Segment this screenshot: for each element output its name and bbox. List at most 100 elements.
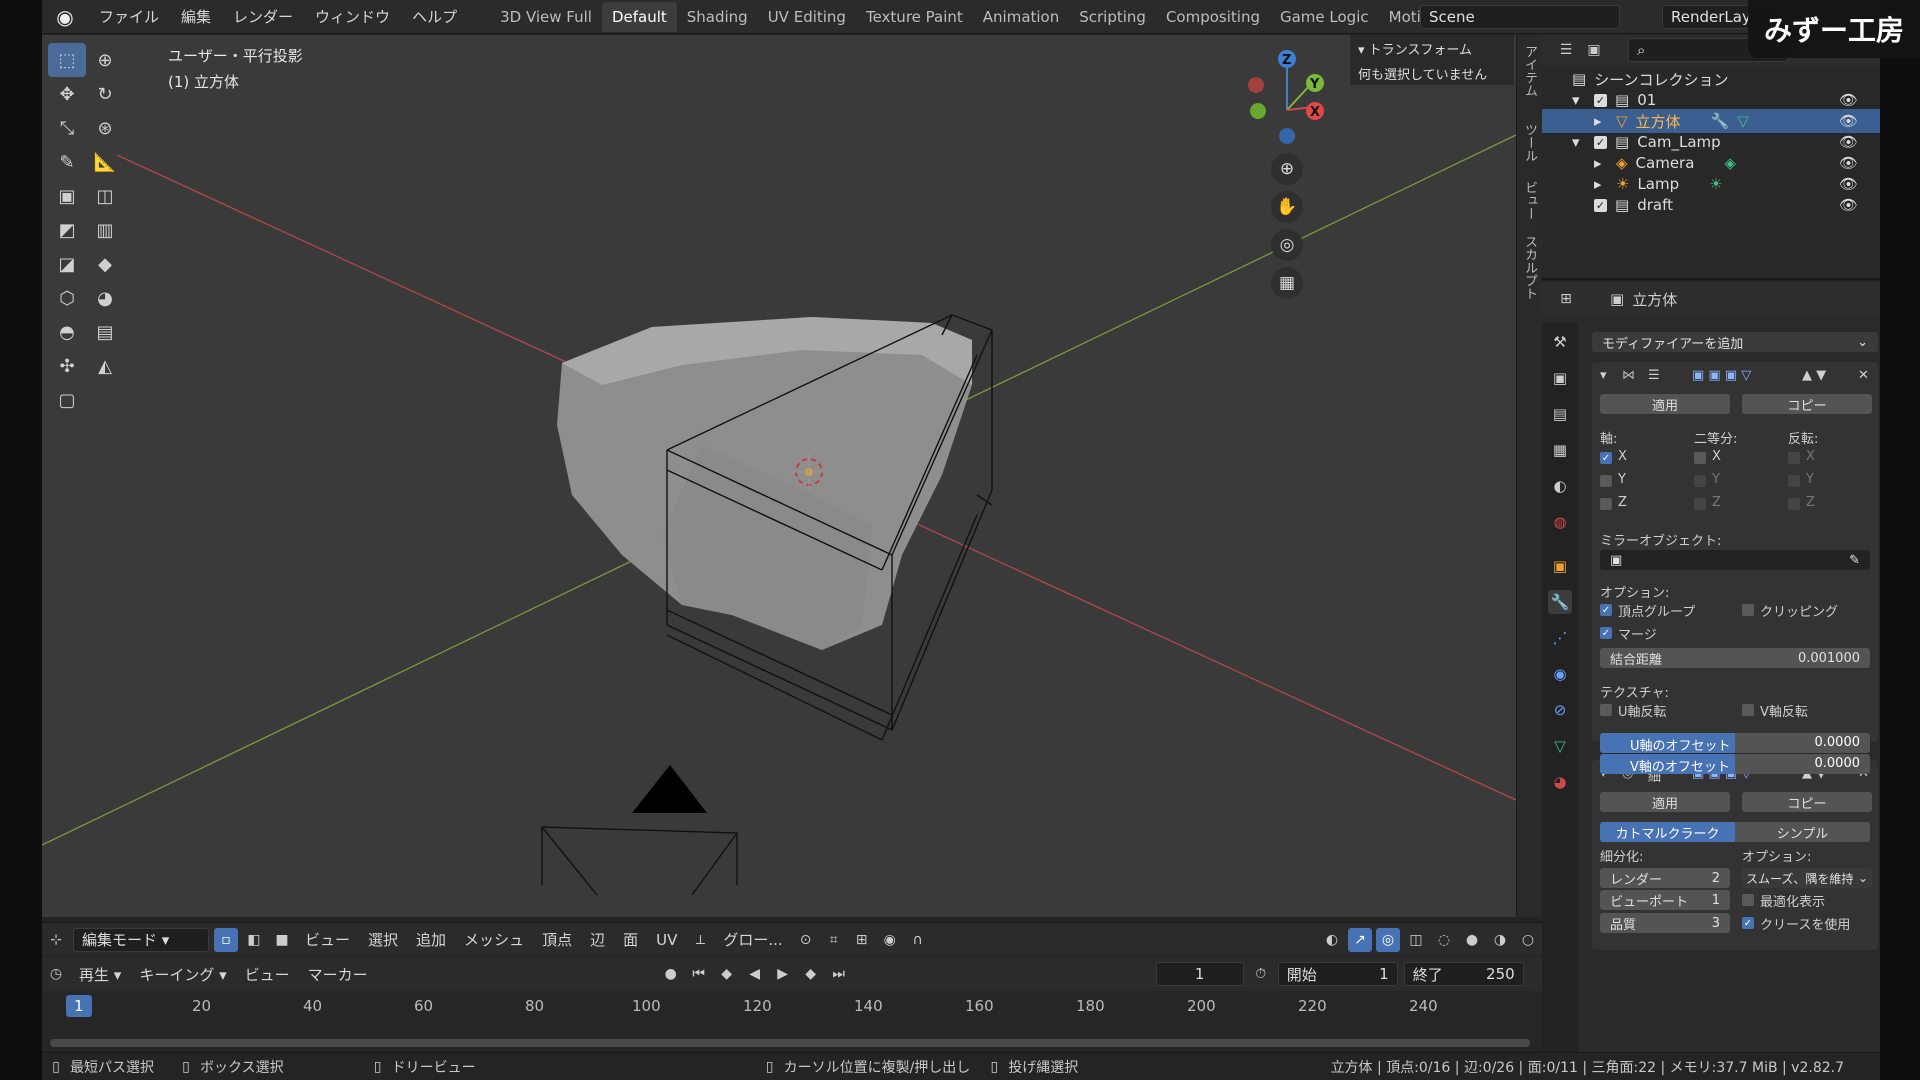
- v-flip-checkbox[interactable]: [1742, 704, 1754, 716]
- tool-tab-icon[interactable]: ⚒: [1548, 330, 1572, 354]
- current-frame-field[interactable]: 1: [1155, 962, 1244, 986]
- mirror-copy-button[interactable]: コピー: [1742, 394, 1872, 414]
- simple-button[interactable]: シンプル: [1735, 822, 1870, 842]
- stopwatch-icon[interactable]: ⏱: [1249, 962, 1273, 986]
- v-offset-slider[interactable]: V軸のオフセット 0.0000: [1600, 754, 1870, 774]
- face-select-icon[interactable]: ■: [270, 928, 294, 952]
- include-checkbox[interactable]: ✓: [1594, 93, 1607, 107]
- view-layer-tab-icon[interactable]: ▦: [1548, 438, 1572, 462]
- bisect-y-checkbox[interactable]: [1694, 475, 1706, 487]
- menu-help[interactable]: ヘルプ: [401, 6, 468, 27]
- tab-texture-paint[interactable]: Texture Paint: [856, 2, 973, 32]
- falloff-icon[interactable]: ∩: [906, 928, 930, 952]
- select-box-icon[interactable]: ⬚: [48, 43, 86, 77]
- loop-cut-tool-icon[interactable]: ▥: [86, 213, 124, 247]
- vertex-select-icon[interactable]: ▫: [214, 927, 238, 952]
- visibility-icon[interactable]: ◐: [1320, 928, 1344, 952]
- pivot-icon[interactable]: ⊙: [794, 928, 818, 952]
- expand-icon[interactable]: ▾: [1572, 91, 1594, 109]
- tab-game-logic[interactable]: Game Logic: [1270, 2, 1379, 32]
- menu-timeline-view[interactable]: ビュー: [236, 964, 299, 985]
- orientation-selector[interactable]: グロー...: [714, 929, 791, 950]
- menu-render[interactable]: レンダー: [222, 6, 304, 27]
- u-offset-slider[interactable]: U軸のオフセット 0.0000: [1600, 733, 1870, 753]
- spin-tool-icon[interactable]: ⬡: [48, 281, 86, 315]
- eye-icon[interactable]: 👁: [1839, 133, 1858, 151]
- mode-selector[interactable]: 編集モード ▾: [73, 927, 209, 952]
- constraints-tab-icon[interactable]: ⊘: [1548, 698, 1572, 722]
- tab-animation[interactable]: Animation: [973, 2, 1069, 32]
- prev-keyframe-icon[interactable]: ◆: [715, 962, 739, 986]
- tab-sculpt[interactable]: スカルプト: [1520, 235, 1539, 300]
- wireframe-shading-icon[interactable]: ◌: [1432, 928, 1456, 952]
- tab-view[interactable]: ビュー: [1520, 181, 1539, 220]
- box-tool-icon[interactable]: ▢: [48, 383, 86, 417]
- pan-hand-icon[interactable]: ✋: [1271, 191, 1303, 223]
- data-tab-icon[interactable]: ▽: [1548, 734, 1572, 758]
- measure-tool-icon[interactable]: 📐: [86, 145, 124, 179]
- end-frame-field[interactable]: 終了 250: [1403, 962, 1524, 986]
- scale-tool-icon[interactable]: ⤡: [48, 111, 86, 145]
- mesh-data-icon[interactable]: ▽: [1737, 112, 1749, 130]
- modifier-tab-icon[interactable]: 🔧: [1548, 590, 1572, 614]
- expand-icon[interactable]: ▾: [1572, 133, 1594, 151]
- eyedropper-icon[interactable]: ✎: [1849, 553, 1860, 568]
- light-data-icon[interactable]: ☀: [1709, 175, 1722, 193]
- flip-z-checkbox[interactable]: [1788, 498, 1800, 510]
- eye-icon[interactable]: 👁: [1839, 91, 1858, 109]
- axis-y-checkbox[interactable]: [1600, 475, 1612, 487]
- modifier-display-toggles-icon[interactable]: ▣ ▣ ▣ ▽: [1692, 368, 1751, 383]
- menu-file[interactable]: ファイル: [88, 6, 170, 27]
- render-tab-icon[interactable]: ▣: [1548, 366, 1572, 390]
- overlay-toggle-icon[interactable]: ◎: [1376, 927, 1400, 952]
- editor-type-icon[interactable]: ⊹: [44, 928, 68, 952]
- jump-start-icon[interactable]: ⏮: [687, 962, 711, 986]
- timeline-scrollbar[interactable]: [50, 1039, 1530, 1047]
- record-icon[interactable]: ●: [659, 962, 683, 986]
- uv-smooth-dropdown[interactable]: スムーズ、隅を維持 ⌄: [1742, 868, 1872, 888]
- optimal-display-checkbox[interactable]: [1742, 894, 1754, 906]
- eye-icon[interactable]: 👁: [1839, 196, 1858, 214]
- world-tab-icon[interactable]: ◍: [1548, 510, 1572, 534]
- poly-build-tool-icon[interactable]: ◆: [86, 247, 124, 281]
- blender-logo-icon[interactable]: ◉: [50, 2, 80, 32]
- eye-icon[interactable]: 👁: [1839, 112, 1858, 130]
- shrink-tool-icon[interactable]: ▤: [86, 315, 124, 349]
- snap-target-icon[interactable]: ⊞: [850, 928, 874, 952]
- camera-data-icon[interactable]: ◈: [1724, 154, 1736, 172]
- timeline-editor-icon[interactable]: ◷: [44, 962, 68, 986]
- expand-icon[interactable]: ▸: [1594, 154, 1616, 172]
- axis-x-checkbox[interactable]: ✓: [1600, 452, 1612, 464]
- xray-icon[interactable]: ◫: [1404, 928, 1428, 952]
- menu-uv[interactable]: UV: [647, 931, 686, 949]
- render-levels-field[interactable]: レンダー 2: [1600, 868, 1730, 888]
- menu-vertex[interactable]: 頂点: [533, 929, 581, 950]
- rip-tool-icon[interactable]: ◭: [86, 349, 124, 383]
- proportional-edit-icon[interactable]: ◉: [878, 928, 902, 952]
- move-tool-icon[interactable]: ✥: [48, 77, 86, 111]
- extrude-tool-icon[interactable]: ▣: [48, 179, 86, 213]
- transform-tool-icon[interactable]: ⊛: [86, 111, 124, 145]
- eye-icon[interactable]: 👁: [1839, 175, 1858, 193]
- shear-tool-icon[interactable]: ✣: [48, 349, 86, 383]
- material-tab-icon[interactable]: ◕: [1548, 770, 1572, 794]
- start-frame-field[interactable]: 開始 1: [1277, 962, 1398, 986]
- tab-scripting[interactable]: Scripting: [1069, 2, 1156, 32]
- close-icon[interactable]: ✕: [1858, 368, 1869, 383]
- play-reverse-icon[interactable]: ◀: [743, 962, 767, 986]
- menu-edit[interactable]: 編集: [170, 6, 222, 27]
- move-up-down-icon[interactable]: ▲ ▼: [1802, 368, 1826, 383]
- catmull-clark-button[interactable]: カトマルクラーク: [1600, 822, 1735, 842]
- eye-icon[interactable]: 👁: [1839, 154, 1858, 172]
- quality-field[interactable]: 品質 3: [1600, 913, 1730, 933]
- inset-tool-icon[interactable]: ◫: [86, 179, 124, 213]
- viewport-levels-field[interactable]: ビューポート 1: [1600, 890, 1730, 910]
- tab-default[interactable]: Default: [601, 1, 677, 32]
- transform-title[interactable]: ▾ トランスフォーム: [1358, 39, 1506, 58]
- annotate-tool-icon[interactable]: ✎: [48, 145, 86, 179]
- solid-shading-icon[interactable]: ●: [1460, 928, 1484, 952]
- knife-tool-icon[interactable]: ◪: [48, 247, 86, 281]
- mirror-name-field[interactable]: ☰: [1648, 368, 1660, 383]
- add-modifier-dropdown[interactable]: モディファイアーを追加 ⌄: [1592, 332, 1878, 352]
- ortho-grid-icon[interactable]: ▦: [1271, 267, 1303, 299]
